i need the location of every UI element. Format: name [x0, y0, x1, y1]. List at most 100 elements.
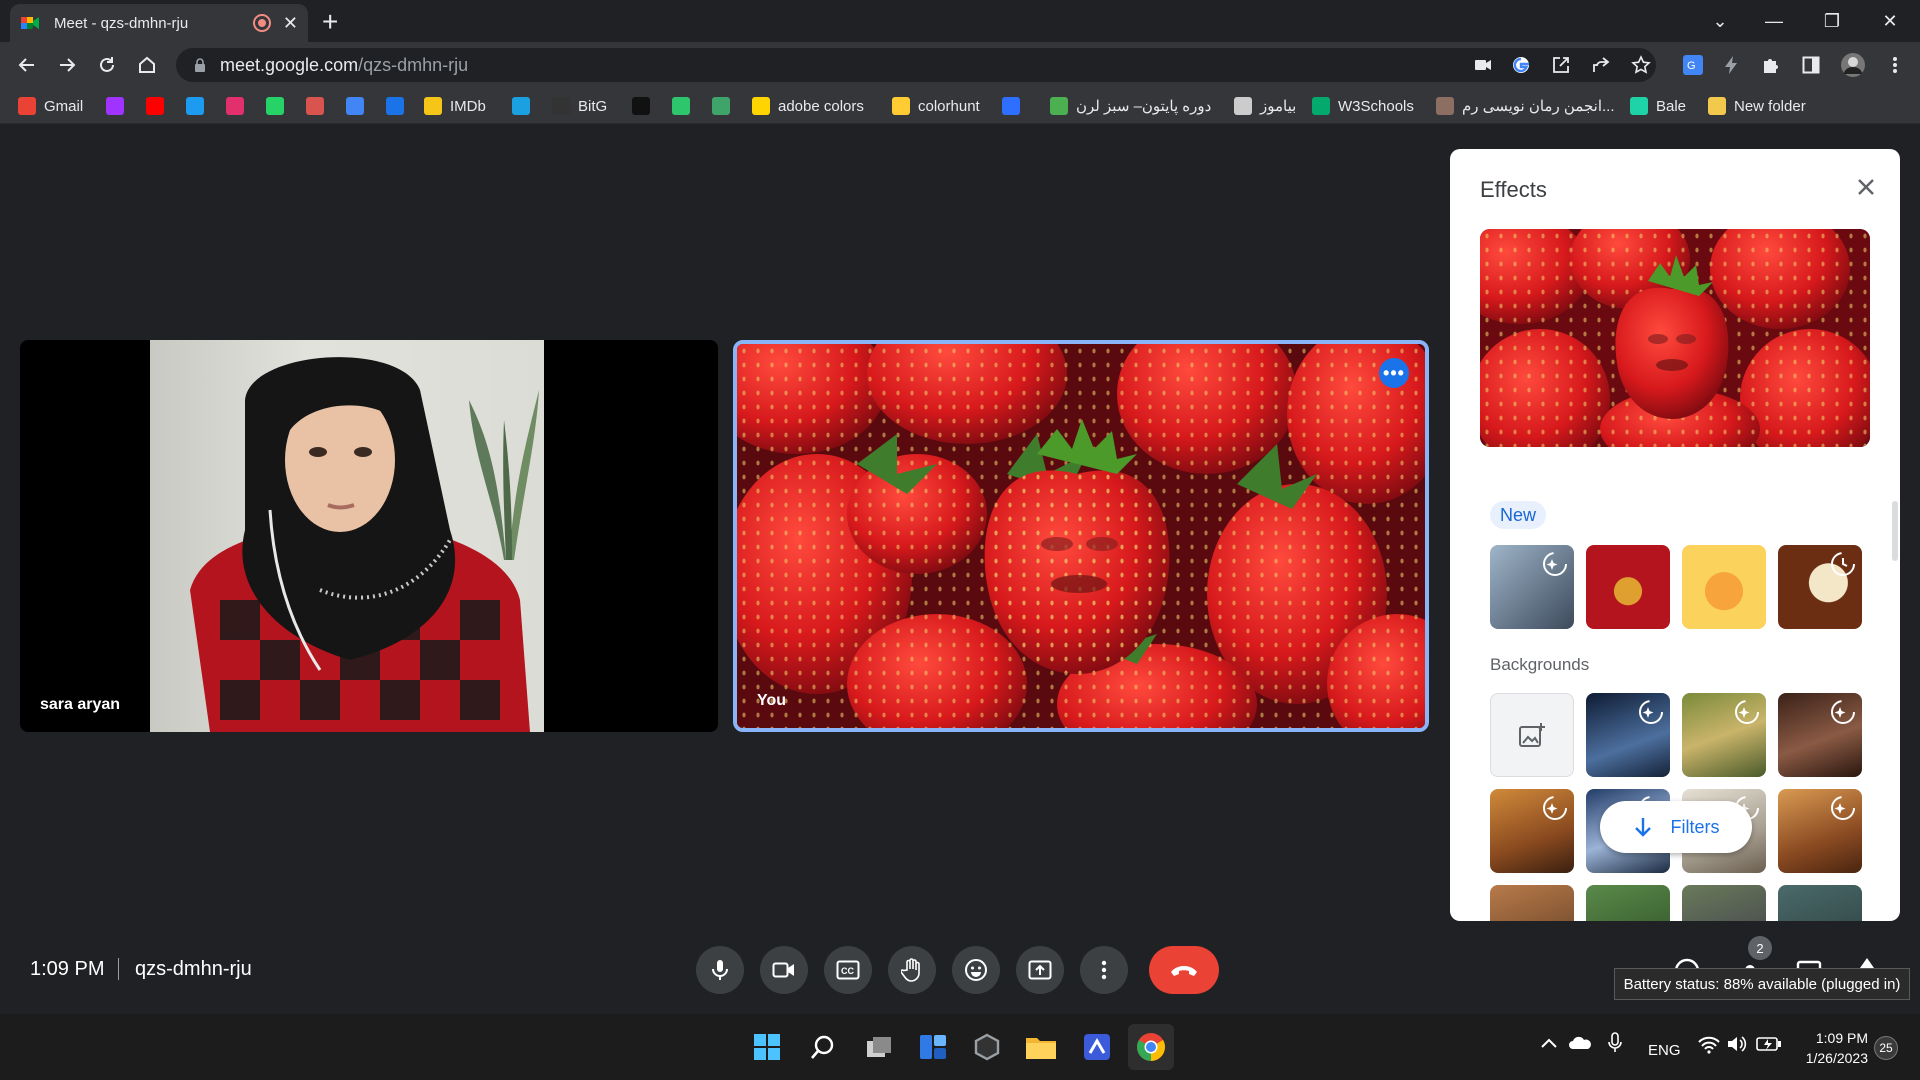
share-icon[interactable]: [1588, 52, 1614, 78]
background-thumb-street[interactable]: [1490, 885, 1574, 921]
bookmark-new-folder[interactable]: New folder: [1708, 95, 1806, 117]
filters-jump-button[interactable]: Filters: [1600, 801, 1752, 853]
notification-count-badge[interactable]: 25: [1874, 1036, 1898, 1060]
present-screen-button[interactable]: [1016, 946, 1064, 994]
effects-scrollbar[interactable]: [1892, 501, 1898, 561]
browser-menu-icon[interactable]: [1882, 52, 1908, 78]
start-button[interactable]: [744, 1024, 790, 1070]
home-button[interactable]: [132, 50, 162, 80]
restore-button[interactable]: ❐: [1804, 0, 1860, 42]
open-in-new-icon[interactable]: [1548, 52, 1574, 78]
bookmark-pixabay[interactable]: [672, 95, 698, 117]
tab-search-icon[interactable]: ⌄: [1692, 0, 1748, 42]
jupyter-icon: [512, 97, 530, 115]
bookmark-youtube[interactable]: [146, 95, 172, 117]
bookmark-messenger[interactable]: [106, 95, 132, 117]
close-window-button[interactable]: ✕: [1862, 0, 1918, 42]
bookmark-d[interactable]: [712, 95, 738, 117]
bookmark--[interactable]: دوره پایتون– سبز لرن: [1050, 95, 1211, 117]
effect-thumb-rabbit-mask[interactable]: [1586, 545, 1670, 629]
add-image-icon: [1519, 723, 1545, 747]
camera-button[interactable]: [760, 946, 808, 994]
effect-thumb-egg[interactable]: [1778, 545, 1862, 629]
effect-thumb-cat-mask[interactable]: [1682, 545, 1766, 629]
onedrive-icon[interactable]: [1568, 1034, 1592, 1055]
self-video-tile[interactable]: ••• You: [733, 340, 1429, 732]
animated-sparkle-icon: [1543, 796, 1567, 820]
search-button[interactable]: [800, 1024, 846, 1070]
taskbar-clock-time[interactable]: 1:09 PM: [1812, 1030, 1868, 1046]
bookmark-twitter[interactable]: [186, 95, 212, 117]
battery-charging-icon[interactable]: [1756, 1036, 1782, 1057]
background-thumb-forest[interactable]: [1682, 885, 1766, 921]
bookmark-unsplash[interactable]: [632, 95, 658, 117]
bookmark-gmail[interactable]: Gmail: [18, 95, 83, 117]
background-thumb-lounge[interactable]: [1778, 789, 1862, 873]
emoji-reaction-button[interactable]: [952, 946, 1000, 994]
google-lens-icon[interactable]: [1508, 52, 1534, 78]
background-thumb-library[interactable]: [1778, 693, 1862, 777]
upload-background-button[interactable]: [1490, 693, 1574, 777]
participant-tile-sara[interactable]: sara aryan: [20, 340, 718, 732]
microphone-button[interactable]: [696, 946, 744, 994]
bookmark-bale[interactable]: Bale: [1630, 95, 1686, 117]
chrome-taskbar-button[interactable]: [1128, 1024, 1174, 1070]
bookmark-instagram[interactable]: [226, 95, 252, 117]
close-effects-button[interactable]: [1852, 173, 1880, 201]
volume-icon[interactable]: [1726, 1034, 1748, 1059]
wifi-icon[interactable]: [1698, 1036, 1720, 1059]
address-bar[interactable]: meet.google.com/qzs-dmhn-rju: [176, 48, 1656, 82]
extensions-puzzle-icon[interactable]: [1758, 52, 1784, 78]
app-visual-button[interactable]: [1074, 1024, 1120, 1070]
reload-button[interactable]: [92, 50, 122, 80]
file-explorer-button[interactable]: [1018, 1024, 1064, 1070]
minimize-button[interactable]: —: [1746, 0, 1802, 42]
bookmark-colorhunt[interactable]: colorhunt: [892, 95, 980, 117]
bookmark-adobe-colors[interactable]: adobe colors: [752, 95, 864, 117]
leave-call-button[interactable]: [1149, 946, 1219, 994]
bookmark-imdb[interactable]: IMDb: [424, 95, 486, 117]
camera-in-use-icon[interactable]: [1470, 52, 1496, 78]
tray-microphone-icon[interactable]: [1608, 1032, 1622, 1059]
bookmark-w3schools[interactable]: W3Schools: [1312, 95, 1414, 117]
input-language[interactable]: ENG: [1648, 1042, 1681, 1059]
profile-avatar[interactable]: [1840, 52, 1866, 78]
task-view-button[interactable]: [856, 1024, 902, 1070]
forward-button[interactable]: [52, 50, 82, 80]
app-hex-button[interactable]: [964, 1024, 1010, 1070]
show-hidden-icons-icon[interactable]: [1540, 1036, 1558, 1054]
more-options-button[interactable]: [1080, 946, 1128, 994]
bookmark-maps[interactable]: [386, 95, 412, 117]
svg-text:G: G: [1687, 60, 1696, 72]
url-path: /qzs-dmhn-rju: [358, 54, 469, 75]
background-thumb-fantasy[interactable]: [1682, 693, 1766, 777]
tab-close-icon[interactable]: ✕: [283, 13, 298, 34]
bookmark-star-icon[interactable]: [1628, 52, 1654, 78]
translate-extension-icon[interactable]: G: [1680, 52, 1706, 78]
background-thumb-lake[interactable]: [1778, 885, 1862, 921]
bookmark--[interactable]: انجمن رمان نویسی رم...: [1436, 95, 1615, 117]
browser-tab-meet[interactable]: Meet - qzs-dmhn-rju ✕: [10, 4, 308, 42]
bookmark-translate[interactable]: [346, 95, 372, 117]
bookmark-c[interactable]: [1002, 95, 1028, 117]
self-tile-more-options-button[interactable]: •••: [1379, 358, 1409, 388]
side-panel-icon[interactable]: [1798, 52, 1824, 78]
bookmark--[interactable]: بیاموز: [1234, 95, 1296, 117]
captions-button[interactable]: CC: [824, 946, 872, 994]
lightning-extension-icon[interactable]: [1718, 52, 1744, 78]
effect-thumb-space-station[interactable]: [1490, 545, 1574, 629]
background-thumb-garden[interactable]: [1586, 885, 1670, 921]
recording-indicator-icon: [252, 14, 271, 32]
back-button[interactable]: [12, 50, 42, 80]
new-tab-button[interactable]: +: [322, 6, 338, 38]
bookmark-whatsapp[interactable]: [266, 95, 292, 117]
background-thumb-cafe[interactable]: [1490, 789, 1574, 873]
bookmark-jupyter[interactable]: [512, 95, 538, 117]
background-thumb-spaceship[interactable]: [1586, 693, 1670, 777]
raise-hand-button[interactable]: [888, 946, 936, 994]
widgets-button[interactable]: [910, 1024, 956, 1070]
bookmark-bitg[interactable]: BitG: [552, 95, 607, 117]
taskbar-clock-date[interactable]: 1/26/2023: [1798, 1050, 1868, 1066]
bookmark-bookmark[interactable]: [306, 95, 332, 117]
unsplash-icon: [632, 97, 650, 115]
